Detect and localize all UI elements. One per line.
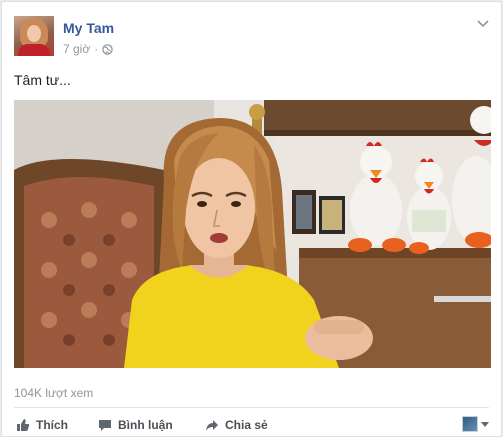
view-count: 104K lượt xem [14, 386, 94, 400]
share-arrow-icon [206, 420, 218, 431]
post-text: Tâm tư... [14, 72, 71, 88]
video-frame [14, 100, 491, 368]
comment-label: Bình luận [118, 418, 173, 432]
divider [14, 407, 489, 408]
post-header: My Tam 7 giờ · [14, 16, 491, 60]
globe-icon[interactable] [102, 43, 113, 55]
comment-button[interactable]: Bình luận [98, 415, 173, 435]
dot-separator: · [94, 42, 99, 56]
comment-bubble-icon [99, 420, 111, 431]
avatar[interactable] [14, 16, 54, 56]
avatar-face [27, 25, 41, 42]
post-as-selector[interactable] [462, 416, 489, 432]
avatar-dress [18, 44, 50, 56]
share-button[interactable]: Chia sẻ [205, 415, 268, 435]
post-timestamp[interactable]: 7 giờ [63, 42, 90, 56]
video-player[interactable] [14, 100, 491, 368]
like-button[interactable]: Thích [16, 415, 68, 435]
share-label: Chia sẻ [225, 418, 268, 432]
chevron-down-icon[interactable] [475, 18, 491, 30]
post-card: My Tam 7 giờ · Tâm tư... 104K lượt xem T… [1, 1, 502, 437]
author-name-link[interactable]: My Tam [63, 20, 114, 36]
caret-down-icon [481, 421, 489, 427]
thumbs-up-icon [17, 419, 30, 431]
action-bar: Thích Bình luận Chia sẻ [14, 415, 491, 435]
post-meta: 7 giờ · [63, 42, 113, 56]
like-label: Thích [36, 418, 68, 432]
page-avatar [462, 416, 478, 432]
